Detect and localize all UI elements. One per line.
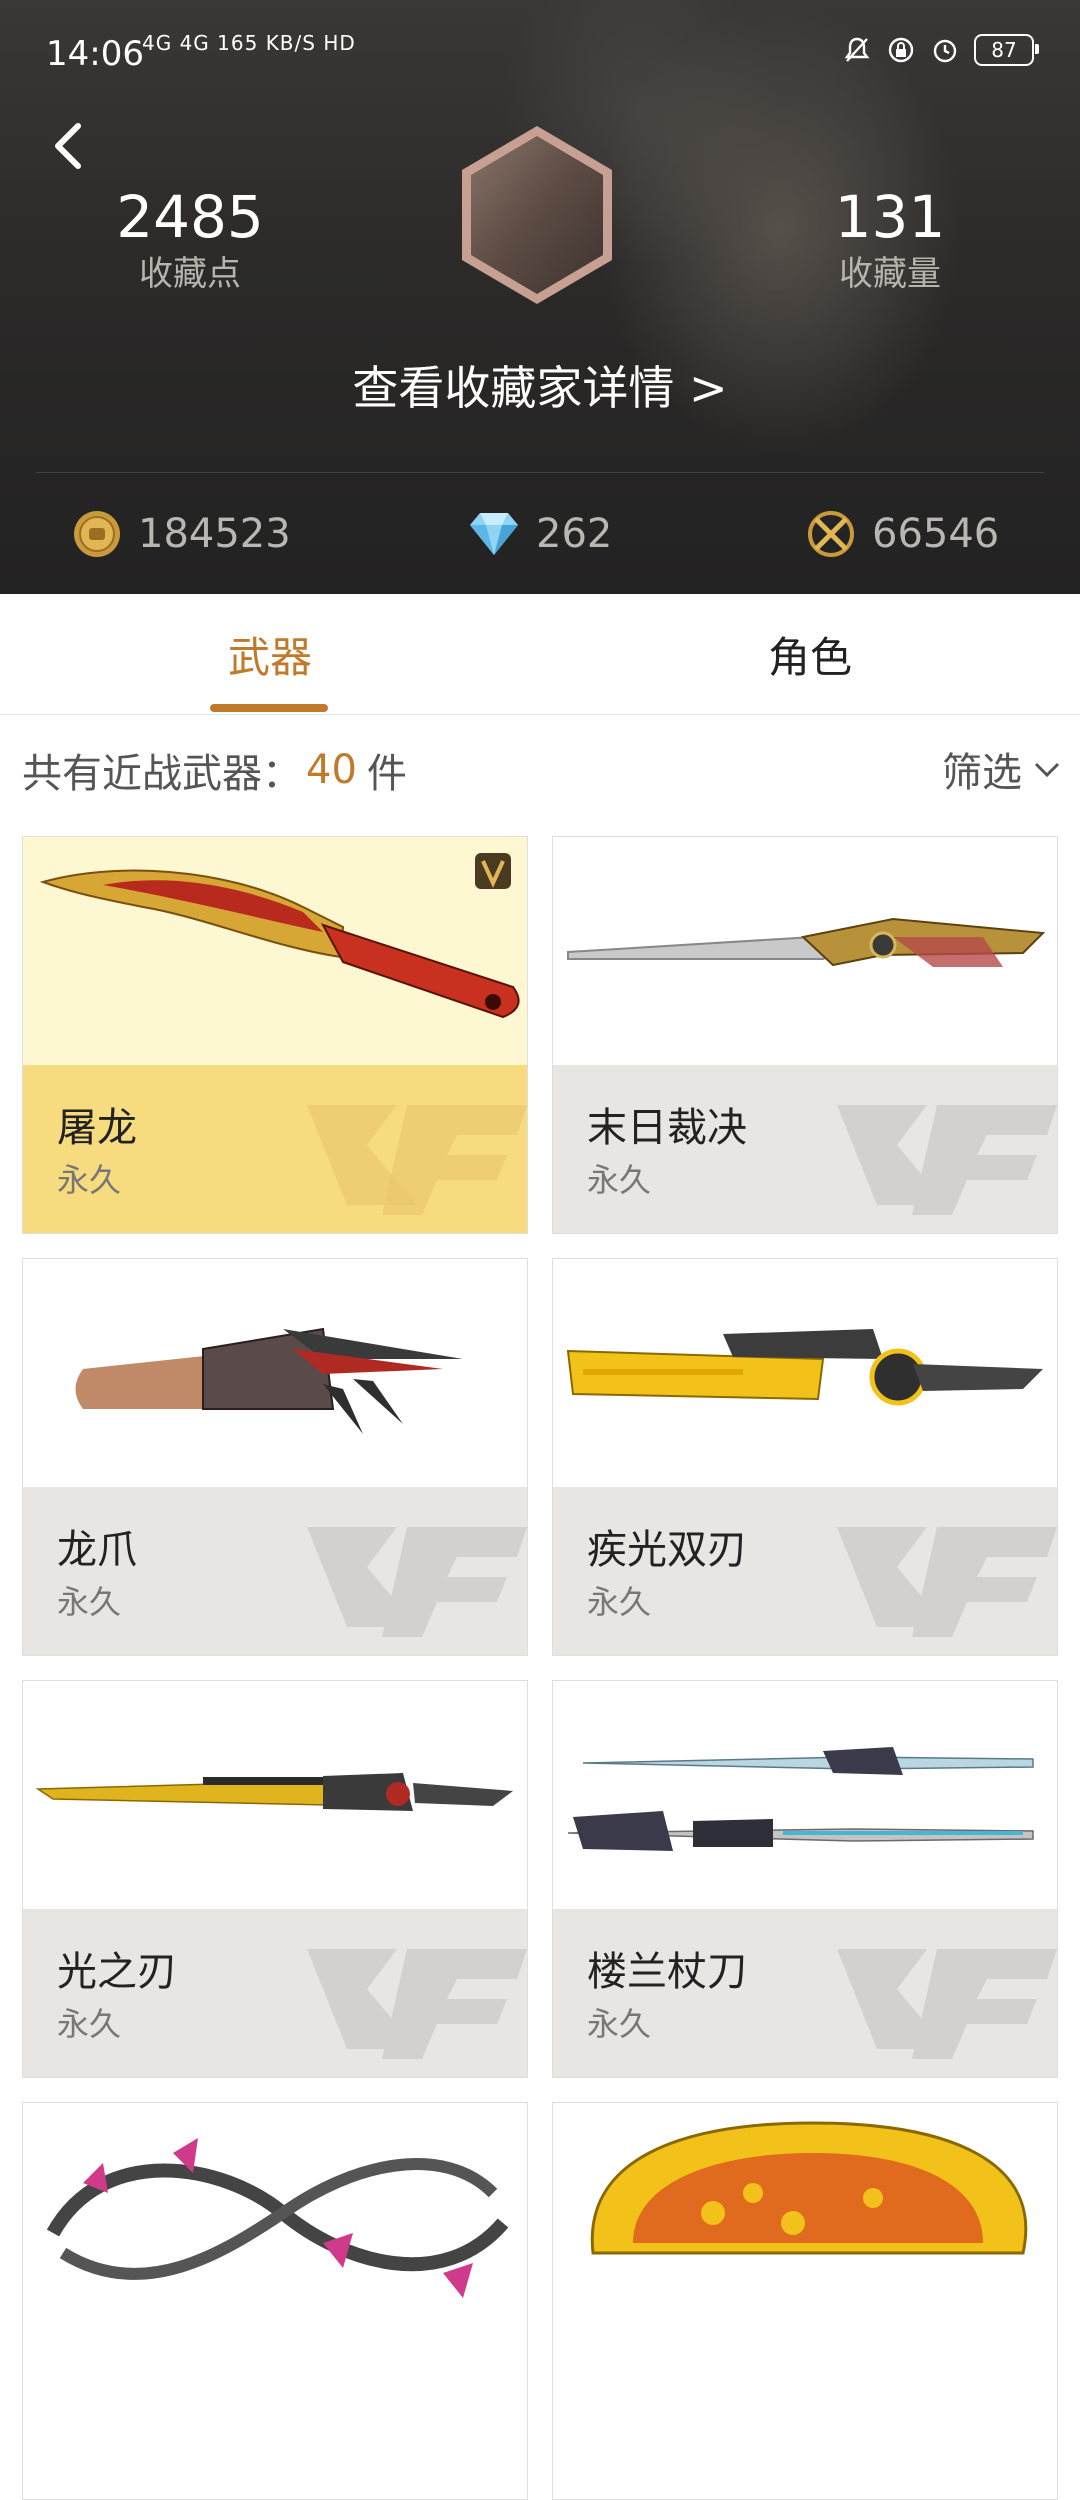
weapon-card[interactable]: 屠龙 永久 (22, 836, 528, 1234)
weapon-card[interactable]: 疾光双刃 永久 (552, 1258, 1058, 1656)
count-prefix: 共有近战武器： (22, 751, 302, 797)
weapon-card-info: 屠龙 永久 (23, 1065, 527, 1233)
weapon-card[interactable] (552, 2102, 1058, 2500)
weapon-card-info: 龙爪 永久 (23, 1487, 527, 1655)
filter-label: 筛选 (942, 750, 1022, 796)
weapon-card[interactable]: 龙爪 永久 (22, 1258, 528, 1656)
status-icons: 87 (842, 34, 1039, 66)
cf-logo-watermark-icon (837, 1527, 1057, 1637)
yellow-blade-icon (553, 1259, 1057, 1487)
weapon-name: 疾光双刃 (587, 1527, 747, 1573)
weapon-duration: 永久 (587, 1161, 652, 1199)
tab-weapons[interactable]: 武器 (160, 594, 380, 714)
cf-logo-watermark-icon (837, 1105, 1057, 1215)
weapon-card-info: 光之刃 永久 (23, 1909, 527, 2077)
count-unit: 件 (366, 751, 407, 797)
diamond-value: 262 (536, 511, 613, 557)
active-tab-indicator (210, 704, 328, 712)
staff-blades-icon (553, 1681, 1057, 1909)
status-bar: 14:06 4G 4G 165 KB/S HD 87 (0, 0, 1080, 110)
claw-gauntlet-icon (23, 1259, 527, 1487)
weapon-name: 末日裁决 (587, 1105, 747, 1151)
count-number: 40 (306, 747, 357, 793)
long-blade-icon (553, 837, 1057, 1065)
collector-detail-link[interactable]: 查看收藏家详情 > (0, 352, 1080, 418)
cf-logo-watermark-icon (837, 1949, 1057, 2059)
tab-characters[interactable]: 角色 (700, 594, 920, 714)
dragon-kukri-knife-icon (23, 837, 527, 1065)
collection-points-label: 收藏点 (139, 254, 241, 294)
status-time: 14:06 (46, 34, 144, 74)
diamond-balance: 262 (468, 504, 612, 564)
chevron-down-icon (1034, 762, 1060, 778)
network-indicator: 4G 4G 165 KB/S HD (142, 31, 356, 55)
weapon-card-info: 疾光双刃 永久 (553, 1487, 1057, 1655)
weapon-duration: 永久 (57, 1161, 122, 1199)
alarm-clock-icon (930, 35, 960, 65)
weapon-name: 光之刃 (57, 1949, 177, 1995)
ticket-balance: 66546 (806, 504, 999, 564)
header-divider (36, 472, 1044, 473)
weapon-card[interactable]: 光之刃 永久 (22, 1680, 528, 2078)
mute-bell-icon (842, 35, 872, 65)
weapon-name: 龙爪 (57, 1527, 137, 1573)
ticket-value: 66546 (872, 511, 1000, 557)
vip-badge-icon (475, 853, 511, 889)
yellow-slipper-icon (553, 2103, 1057, 2331)
collection-points: 2485 收藏点 (70, 182, 310, 296)
weapon-card[interactable] (22, 2102, 528, 2500)
back-button[interactable] (44, 118, 94, 174)
chain-blade-icon (23, 2103, 527, 2331)
weapon-card[interactable]: 末日裁决 永久 (552, 836, 1058, 1234)
rank-hexagon-badge-icon (452, 120, 622, 310)
weapon-name: 屠龙 (57, 1105, 137, 1151)
collection-count-label: 收藏量 (839, 254, 941, 294)
gold-coin-icon (74, 511, 120, 557)
weapon-duration: 永久 (587, 1583, 652, 1621)
weapon-count-summary: 共有近战武器： 40 件 筛选 (22, 740, 1062, 800)
weapon-card-info: 末日裁决 永久 (553, 1065, 1057, 1233)
collection-count-value: 131 (834, 183, 946, 251)
crossed-swords-ticket-icon (808, 511, 854, 557)
weapon-duration: 永久 (587, 2005, 652, 2043)
category-tabs: 武器 角色 (0, 594, 1080, 715)
filter-button[interactable]: 筛选 (942, 740, 1062, 798)
cf-logo-watermark-icon (307, 1105, 527, 1215)
battery-icon: 87 (974, 34, 1039, 66)
weapon-duration: 永久 (57, 2005, 122, 2043)
cf-logo-watermark-icon (307, 1527, 527, 1637)
cf-logo-watermark-icon (307, 1949, 527, 2059)
weapon-duration: 永久 (57, 1583, 122, 1621)
collection-header: 14:06 4G 4G 165 KB/S HD 87 2485 收藏点 131 … (0, 0, 1080, 594)
weapon-card[interactable]: 楼兰杖刀 永久 (552, 1680, 1058, 2078)
weapon-card-info: 楼兰杖刀 永久 (553, 1909, 1057, 2077)
collection-count: 131 收藏量 (770, 182, 1010, 296)
gold-coin-balance: 184523 (72, 504, 291, 564)
lock-rotation-icon (886, 35, 916, 65)
gold-sword-icon (23, 1681, 527, 1909)
gold-coin-value: 184523 (138, 511, 291, 557)
diamond-icon (470, 513, 518, 555)
collection-points-value: 2485 (116, 183, 264, 251)
chevron-left-icon (55, 123, 81, 169)
weapon-name: 楼兰杖刀 (587, 1949, 747, 1995)
